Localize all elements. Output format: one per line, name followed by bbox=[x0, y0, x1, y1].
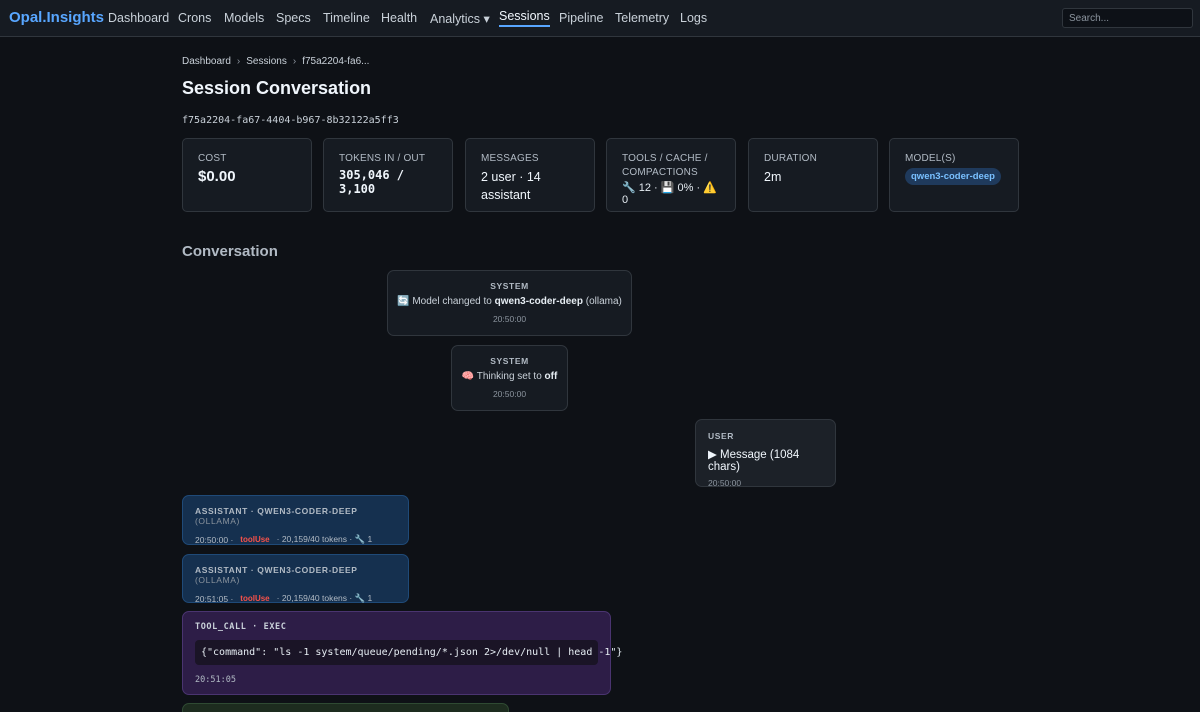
message-meta: 20:51:05 · toolUse · 20,159/40 tokens · … bbox=[195, 593, 396, 604]
stat-card-duration: DURATION 2m bbox=[748, 138, 878, 212]
search-input[interactable] bbox=[1062, 8, 1193, 28]
brand-logo[interactable]: Opal.Insights bbox=[9, 9, 104, 26]
session-id: f75a2204-fa67-4404-b967-8b32122a5ff3 bbox=[182, 115, 399, 126]
message-time: 20:51:05 · bbox=[195, 593, 234, 604]
tool-call-message: TOOL_CALL · EXEC {"command": "ls -1 syst… bbox=[182, 611, 622, 695]
model-name: qwen3-coder-deep bbox=[494, 296, 583, 307]
message-role: USER bbox=[708, 431, 735, 441]
assistant-message: ASSISTANT · QWEN3-CODER-DEEP (OLLAMA) 20… bbox=[182, 554, 409, 604]
breadcrumb-separator: › bbox=[292, 56, 297, 67]
stop-reason-badge: toolUse bbox=[240, 535, 270, 544]
breadcrumb-sessions[interactable]: Sessions bbox=[246, 56, 287, 67]
message-role: ASSISTANT · QWEN3-CODER-DEEP (OLLAMA) bbox=[195, 565, 396, 585]
message-token-info: · 20,159/40 tokens · 🔧 1 bbox=[276, 593, 373, 603]
stat-value: $0.00 bbox=[198, 168, 236, 185]
user-message: USER ▶ Message (1084 chars) 20:50:00 bbox=[695, 419, 836, 488]
message-text: 🧠 Thinking set to off bbox=[452, 371, 567, 382]
message-expand-toggle[interactable]: ▶ Message (1084 chars) bbox=[708, 447, 823, 473]
stat-label: TOKENS IN / OUT bbox=[339, 153, 426, 164]
message-token-info: · 20,159/40 tokens · 🔧 1 bbox=[276, 534, 373, 544]
message-prefix: 🧠 Thinking set to bbox=[461, 371, 545, 382]
tool-result-message bbox=[182, 703, 509, 712]
stat-card-cost: COST $0.00 bbox=[182, 138, 312, 212]
breadcrumb-separator: › bbox=[236, 56, 241, 67]
message-time: 20:50:00 bbox=[708, 478, 742, 488]
nav-item-logs[interactable]: Logs bbox=[680, 11, 707, 25]
system-message: SYSTEM 🧠 Thinking set to off 20:50:00 bbox=[451, 345, 568, 411]
stat-value: 2 user · 14 assistant bbox=[481, 170, 541, 202]
message-time: 20:50:00 bbox=[492, 389, 527, 399]
message-role: SYSTEM bbox=[490, 281, 529, 291]
message-provider: (OLLAMA) bbox=[195, 575, 240, 585]
stat-card-messages: MESSAGES 2 user · 14 assistant bbox=[465, 138, 595, 212]
nav-item-dashboard[interactable]: Dashboard bbox=[108, 11, 169, 25]
stat-value: 2m bbox=[764, 170, 782, 184]
message-role: ASSISTANT · QWEN3-CODER-DEEP (OLLAMA) bbox=[195, 506, 396, 526]
message-role-name: ASSISTANT · QWEN3-CODER-DEEP bbox=[195, 565, 358, 575]
nav-item-specs[interactable]: Specs bbox=[276, 11, 311, 25]
message-provider: (OLLAMA) bbox=[195, 516, 240, 526]
system-message: SYSTEM 🔄 Model changed to qwen3-coder-de… bbox=[387, 270, 632, 336]
stat-label: MESSAGES bbox=[481, 153, 539, 164]
stat-label: DURATION bbox=[764, 153, 818, 164]
message-time: 20:50:00 · bbox=[195, 534, 234, 545]
stat-label: TOOLS / CACHE / COMPACTIONS bbox=[622, 153, 708, 178]
nav-item-sessions[interactable]: Sessions bbox=[499, 9, 550, 27]
message-meta: 20:50:00 · toolUse · 20,159/40 tokens · … bbox=[195, 534, 396, 545]
nav-item-pipeline[interactable]: Pipeline bbox=[559, 11, 603, 25]
message-role: TOOL_CALL · EXEC bbox=[195, 622, 287, 632]
message-time: 20:51:05 bbox=[195, 675, 236, 685]
stat-value: 🔧 12 · 💾 0% · ⚠️ 0 bbox=[622, 182, 717, 206]
breadcrumb-current: f75a2204-fa6... bbox=[302, 56, 370, 67]
stat-label: MODEL(S) bbox=[905, 153, 956, 164]
breadcrumb: Dashboard › Sessions › f75a2204-fa6... bbox=[182, 56, 369, 67]
nav-item-crons[interactable]: Crons bbox=[178, 11, 211, 25]
model-badge: qwen3-coder-deep bbox=[905, 168, 1001, 185]
section-heading: Conversation bbox=[182, 243, 278, 260]
thinking-value: off bbox=[544, 371, 558, 382]
assistant-message: ASSISTANT · QWEN3-CODER-DEEP (OLLAMA) 20… bbox=[182, 495, 409, 545]
stat-card-tokens: TOKENS IN / OUT 305,046 / 3,100 bbox=[323, 138, 453, 212]
breadcrumb-dashboard[interactable]: Dashboard bbox=[182, 56, 231, 67]
nav-item-analytics[interactable]: Analytics ▾ bbox=[430, 11, 490, 26]
message-prefix: 🔄 Model changed to bbox=[397, 296, 495, 307]
nav-item-health[interactable]: Health bbox=[381, 11, 417, 25]
stat-value: 305,046 / 3,100 bbox=[339, 168, 405, 196]
message-text: 🔄 Model changed to qwen3-coder-deep (oll… bbox=[388, 296, 631, 307]
stat-card-tools: TOOLS / CACHE / COMPACTIONS 🔧 12 · 💾 0% … bbox=[606, 138, 736, 212]
stop-reason-badge: toolUse bbox=[240, 594, 270, 603]
page-title: Session Conversation bbox=[182, 78, 372, 98]
nav-item-models[interactable]: Models bbox=[224, 11, 264, 25]
nav-item-telemetry[interactable]: Telemetry bbox=[615, 11, 669, 25]
stat-label: COST bbox=[198, 153, 227, 164]
message-time: 20:50:00 bbox=[492, 314, 527, 324]
nav-item-timeline[interactable]: Timeline bbox=[323, 11, 370, 25]
stat-card-models: MODEL(S) qwen3-coder-deep bbox=[889, 138, 1019, 212]
tool-call-code: {"command": "ls -1 system/queue/pending/… bbox=[195, 640, 622, 665]
message-suffix: (ollama) bbox=[582, 296, 622, 307]
message-role-name: ASSISTANT · QWEN3-CODER-DEEP bbox=[195, 506, 358, 516]
message-role: SYSTEM bbox=[490, 356, 529, 366]
top-nav: Opal.Insights Dashboard Crons Models Spe… bbox=[0, 0, 1200, 37]
